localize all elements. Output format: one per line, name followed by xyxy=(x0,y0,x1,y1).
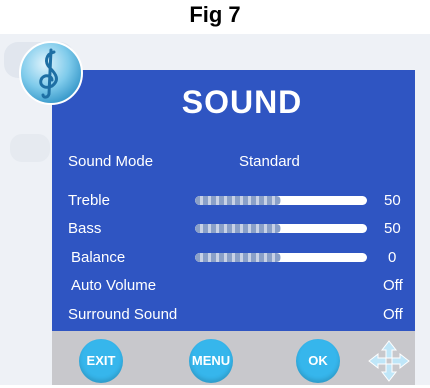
balance-slider[interactable] xyxy=(195,253,367,262)
treble-row[interactable]: Treble 50 xyxy=(52,190,415,212)
background-decoration xyxy=(10,134,50,162)
bass-value: 50 xyxy=(384,220,401,237)
balance-row[interactable]: Balance 0 xyxy=(52,247,415,269)
sound-mode-label: Sound Mode xyxy=(68,153,154,170)
treble-slider-fill xyxy=(195,196,281,205)
surround-sound-row[interactable]: Surround Sound Off xyxy=(52,304,415,326)
surround-sound-label: Surround Sound xyxy=(68,306,178,323)
bass-label: Bass xyxy=(68,220,102,237)
treble-value: 50 xyxy=(384,192,401,209)
sound-mode-row[interactable]: Sound Mode Standard xyxy=(52,151,415,173)
bass-row[interactable]: Bass 50 xyxy=(52,218,415,240)
balance-value: 0 xyxy=(388,249,397,266)
balance-slider-fill xyxy=(195,253,281,262)
surround-sound-value: Off xyxy=(383,306,403,323)
music-note-icon xyxy=(18,40,84,106)
balance-label: Balance xyxy=(71,249,126,266)
exit-button[interactable]: EXIT xyxy=(79,339,123,383)
bass-slider[interactable] xyxy=(195,224,367,233)
bottom-button-bar: EXIT MENU OK xyxy=(52,331,415,385)
treble-slider[interactable] xyxy=(195,196,367,205)
sound-menu-panel: SOUND Sound Mode Standard Treble 50 Bass… xyxy=(52,70,415,331)
menu-button[interactable]: MENU xyxy=(189,339,233,383)
four-way-arrows-icon[interactable] xyxy=(367,339,411,383)
treble-label: Treble xyxy=(68,192,110,209)
auto-volume-value: Off xyxy=(383,277,403,294)
bass-slider-fill xyxy=(195,224,281,233)
menu-title: SOUND xyxy=(181,84,303,120)
figure-caption: Fig 7 xyxy=(189,2,241,27)
auto-volume-row[interactable]: Auto Volume Off xyxy=(52,275,415,297)
auto-volume-label: Auto Volume xyxy=(71,277,157,294)
sound-mode-value: Standard xyxy=(239,153,300,170)
ok-button[interactable]: OK xyxy=(296,339,340,383)
